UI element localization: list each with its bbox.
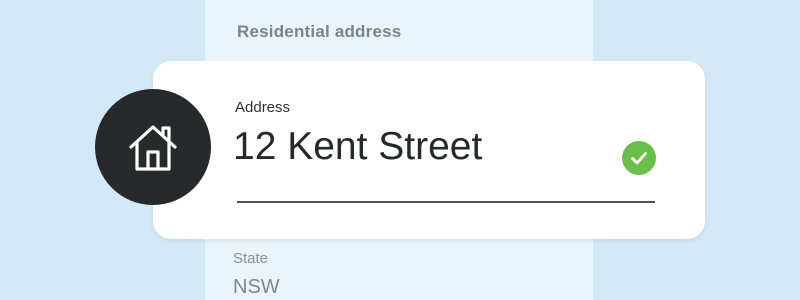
state-input[interactable]: NSW [233,276,280,299]
home-avatar [95,89,211,205]
address-input[interactable] [233,126,613,169]
section-heading: Residential address [237,22,402,41]
home-icon [129,125,177,171]
check-circle-icon [622,141,656,175]
address-label: Address [235,99,291,116]
checkmark-icon [631,152,647,165]
address-input-underline [237,201,655,203]
state-label: State [233,250,269,267]
address-form-screen: Residential address Address State NSW [0,0,800,300]
